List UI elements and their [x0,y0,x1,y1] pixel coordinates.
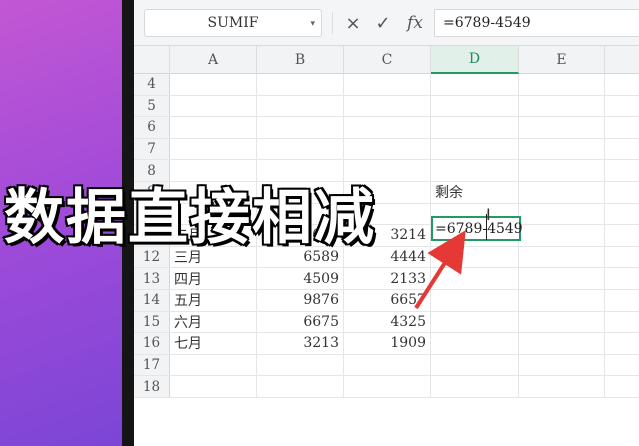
annotation-arrow-line [414,230,466,310]
video-caption: 数据直接相减 [3,182,376,255]
